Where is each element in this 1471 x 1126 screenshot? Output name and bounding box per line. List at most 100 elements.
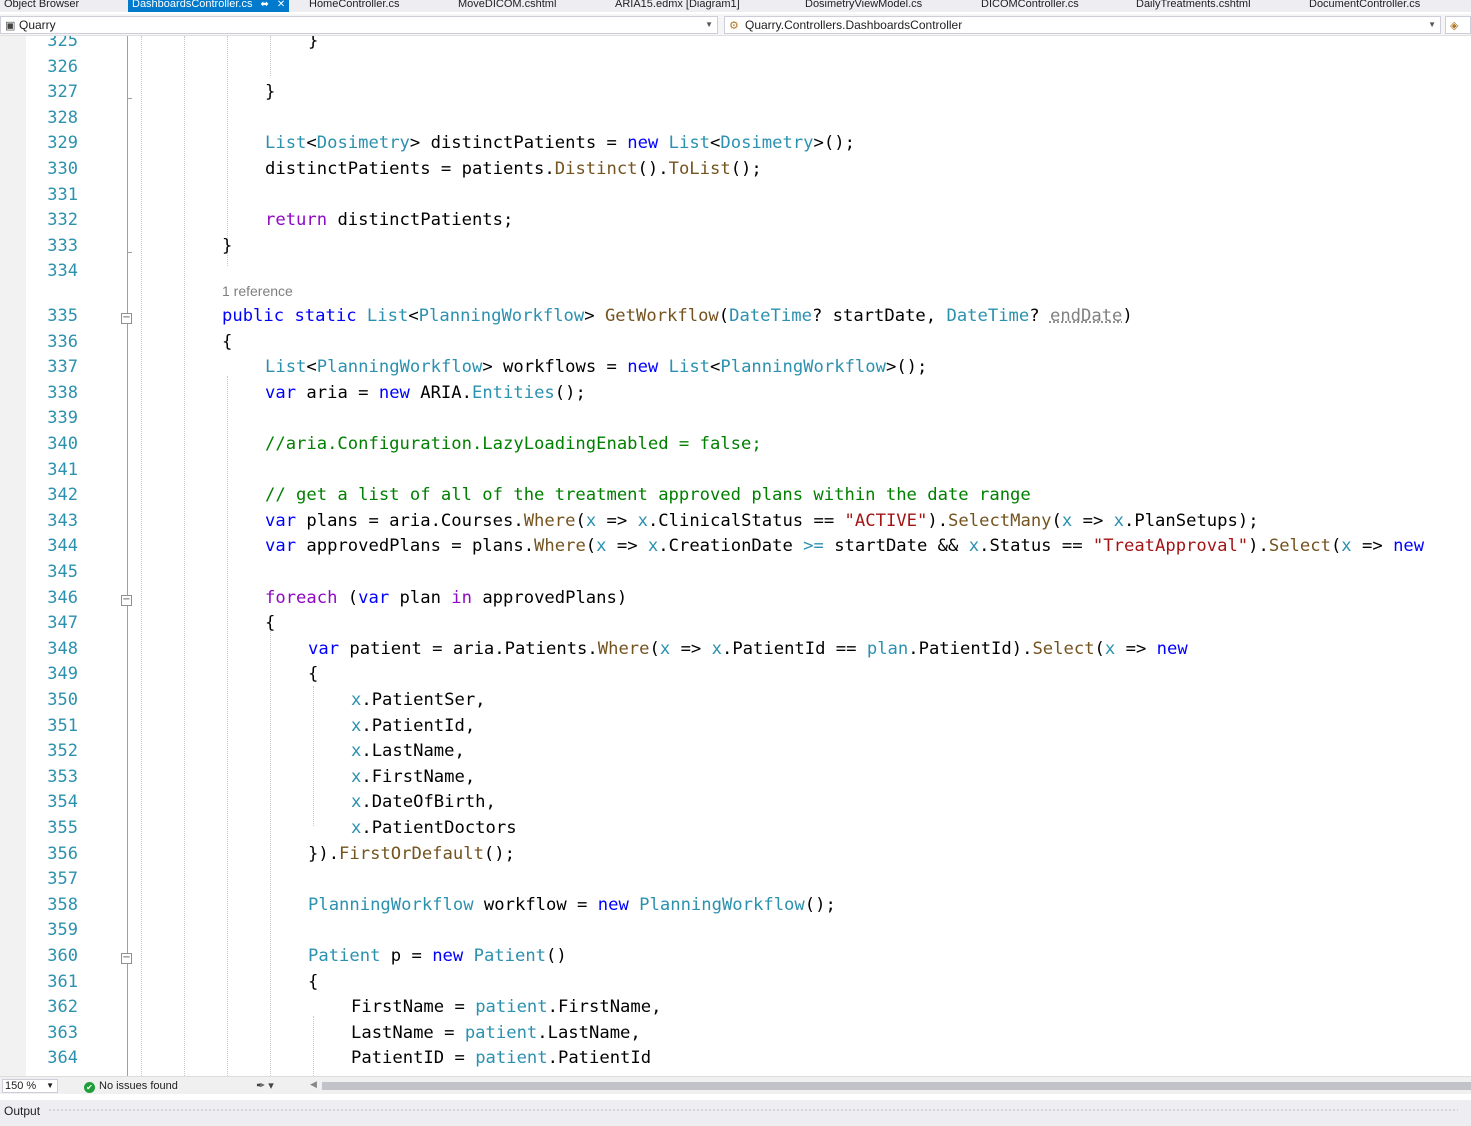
collapse-icon[interactable]: − bbox=[121, 953, 132, 964]
code-line[interactable]: foreach (var plan in approvedPlans) bbox=[265, 588, 627, 608]
check-circle-icon: ✔ bbox=[84, 1082, 95, 1093]
tab-dicom-controller[interactable]: DICOMController.cs bbox=[981, 0, 1079, 12]
tab-aria15-edmx[interactable]: ARIA15.edmx [Diagram1] bbox=[615, 0, 740, 12]
code-token: < bbox=[710, 133, 721, 154]
collapse-icon[interactable]: − bbox=[121, 594, 132, 606]
code-line[interactable]: x.LastName, bbox=[351, 741, 465, 761]
code-token: () bbox=[546, 946, 567, 966]
code-token: new bbox=[597, 894, 629, 915]
code-token: DateTime bbox=[729, 306, 812, 326]
code-token: ? bbox=[1029, 306, 1050, 326]
code-line[interactable]: return distinctPatients; bbox=[265, 210, 513, 230]
tab-move-dicom[interactable]: MoveDICOM.cshtml bbox=[458, 0, 556, 12]
code-line[interactable]: } bbox=[265, 82, 275, 102]
project-dropdown[interactable]: ▣ Quarry ▼ bbox=[0, 16, 718, 34]
code-line[interactable]: x.PatientId, bbox=[351, 716, 475, 736]
code-line[interactable]: x.FirstName, bbox=[351, 767, 475, 787]
code-token: x bbox=[351, 715, 362, 736]
line-number: 361 bbox=[47, 971, 78, 992]
scrollbar-thumb[interactable] bbox=[322, 1082, 1471, 1090]
code-token: ). bbox=[1248, 536, 1269, 557]
code-token: => bbox=[1351, 536, 1394, 557]
code-line[interactable]: x.PatientSer, bbox=[351, 690, 486, 710]
indicator-margin bbox=[0, 36, 26, 1076]
code-token: Select bbox=[1032, 638, 1095, 659]
code-token: in bbox=[451, 587, 472, 608]
line-number: 363 bbox=[47, 1022, 78, 1043]
code-token: foreach bbox=[265, 587, 338, 608]
code-line[interactable]: } bbox=[308, 36, 318, 51]
type-dropdown[interactable]: ⚙ Quarry.Controllers.DashboardsController… bbox=[724, 16, 1441, 34]
scroll-left-icon[interactable]: ◀ bbox=[310, 1079, 317, 1090]
code-line[interactable]: { bbox=[265, 613, 275, 633]
code-line[interactable]: List<Dosimetry> distinctPatients = new L… bbox=[265, 133, 855, 153]
code-token: >(); bbox=[885, 357, 928, 378]
code-token: => bbox=[596, 510, 638, 531]
code-line[interactable]: }).FirstOrDefault(); bbox=[308, 844, 515, 864]
code-line[interactable]: { bbox=[308, 664, 318, 684]
code-line[interactable]: PlanningWorkflow workflow = new Planning… bbox=[308, 895, 836, 915]
tab-document-controller[interactable]: DocumentController.cs bbox=[1309, 0, 1420, 12]
code-line[interactable]: List<PlanningWorkflow> workflows = new L… bbox=[265, 357, 927, 377]
zoom-dropdown[interactable]: 150 % ▼ bbox=[2, 1079, 58, 1093]
member-dropdown[interactable]: ◈ bbox=[1445, 16, 1471, 34]
tab-dashboards-controller[interactable]: DashboardsController.cs ⬌ ✕ bbox=[128, 0, 290, 12]
code-token: < bbox=[408, 306, 419, 326]
output-panel-header[interactable]: Output bbox=[0, 1100, 1471, 1126]
code-line[interactable]: { bbox=[222, 332, 232, 352]
code-token: } bbox=[222, 235, 233, 256]
code-token: x bbox=[585, 510, 597, 531]
codelens-reference-count[interactable]: 1 reference bbox=[222, 283, 293, 299]
code-token: return bbox=[265, 210, 328, 231]
code-line[interactable]: { bbox=[308, 972, 318, 992]
code-line[interactable]: x.PatientDoctors bbox=[351, 818, 517, 838]
code-line[interactable]: } bbox=[222, 236, 232, 256]
code-line[interactable]: PatientID = patient.PatientId bbox=[351, 1048, 651, 1068]
code-token: ). bbox=[927, 510, 949, 531]
line-number: 349 bbox=[47, 664, 78, 685]
issues-indicator[interactable]: ✔ No issues found bbox=[84, 1079, 178, 1093]
panel-drag-grip[interactable] bbox=[48, 1108, 1458, 1113]
code-token: ( bbox=[649, 638, 660, 659]
code-editor[interactable]: 325 326 327 328 329 330 331 332 333 334 335 336 337 3… bbox=[0, 36, 1471, 1076]
tab-home-controller[interactable]: HomeController.cs bbox=[309, 0, 399, 12]
brush-icon[interactable]: ✒ ▾ bbox=[256, 1079, 274, 1092]
horizontal-scrollbar[interactable]: ◀ bbox=[310, 1079, 1471, 1092]
code-token: Select bbox=[1268, 536, 1331, 557]
code-token: x bbox=[647, 536, 659, 557]
code-line[interactable]: distinctPatients = patients.Distinct().T… bbox=[265, 159, 762, 179]
outline-end-tick bbox=[127, 98, 132, 100]
code-token: .PatientId == bbox=[721, 638, 867, 659]
tab-object-browser[interactable]: Object Browser bbox=[4, 0, 79, 12]
code-line[interactable]: Patient p = new Patient() bbox=[308, 946, 567, 966]
collapse-icon[interactable]: − bbox=[121, 313, 132, 324]
pin-icon[interactable]: ⬌ bbox=[260, 0, 268, 12]
code-token: } bbox=[308, 36, 319, 51]
code-line[interactable]: var approvedPlans = plans.Where(x => x.C… bbox=[265, 536, 1424, 556]
code-token: ARIA. bbox=[409, 382, 472, 403]
code-line[interactable]: var patient = aria.Patients.Where(x => x… bbox=[308, 639, 1188, 659]
code-token: GetWorkflow bbox=[604, 306, 719, 326]
code-token: .FirstName, bbox=[547, 997, 662, 1018]
code-line[interactable]: FirstName = patient.FirstName, bbox=[351, 997, 661, 1017]
code-token: x bbox=[1104, 638, 1116, 659]
code-line[interactable]: public static List<PlanningWorkflow> Get… bbox=[222, 306, 1133, 326]
code-token: ( bbox=[1330, 536, 1342, 557]
line-number: 358 bbox=[47, 894, 78, 915]
code-line[interactable]: // get a list of all of the treatment ap… bbox=[265, 485, 1031, 505]
code-line[interactable]: x.DateOfBirth, bbox=[351, 792, 496, 812]
code-token: SelectMany bbox=[948, 510, 1052, 531]
code-line[interactable]: var plans = aria.Courses.Where(x => x.Cl… bbox=[265, 511, 1259, 531]
tab-dosimetry-view-model[interactable]: DosimetryViewModel.cs bbox=[805, 0, 922, 12]
tab-daily-treatments[interactable]: DailyTreatments.cshtml bbox=[1136, 0, 1251, 12]
code-token: > bbox=[584, 306, 605, 326]
line-number: 359 bbox=[47, 920, 78, 941]
code-line[interactable]: var aria = new ARIA.Entities(); bbox=[265, 383, 586, 403]
code-token: x bbox=[1113, 510, 1125, 531]
code-line[interactable]: //aria.Configuration.LazyLoadingEnabled … bbox=[265, 434, 762, 454]
close-icon[interactable]: ✕ bbox=[277, 0, 285, 12]
code-line[interactable]: LastName = patient.LastName, bbox=[351, 1023, 641, 1043]
code-token: var bbox=[265, 382, 297, 403]
